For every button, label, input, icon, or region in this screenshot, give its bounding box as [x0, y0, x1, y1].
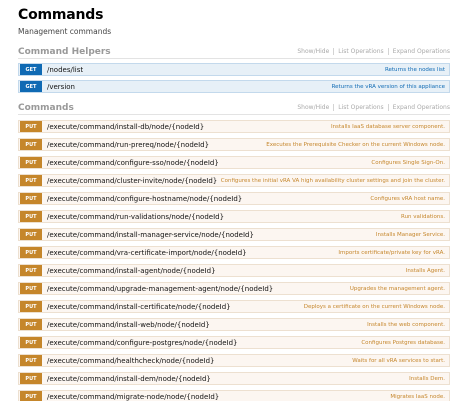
list-operations-link[interactable]: List Operations [338, 47, 383, 56]
http-method-badge[interactable]: PUT [20, 193, 42, 204]
endpoint-path[interactable]: /execute/command/install-certificate/nod… [47, 303, 304, 311]
page: Commands Management commands Command Hel… [18, 6, 450, 401]
expand-operations-link[interactable]: Expand Operations [393, 103, 450, 112]
endpoint-path[interactable]: /execute/command/cluster-invite/node/{no… [47, 177, 221, 185]
page-title: Commands [18, 7, 104, 23]
section-title[interactable]: Commands [18, 102, 74, 114]
http-method-badge[interactable]: PUT [20, 121, 42, 132]
endpoint-description[interactable]: Returns the nodes list [385, 67, 445, 73]
endpoint-path[interactable]: /execute/command/migrate-node/node/{node… [47, 393, 390, 401]
endpoint-description[interactable]: Waits for all vRA services to start. [352, 358, 445, 364]
http-method-badge[interactable]: PUT [20, 157, 42, 168]
endpoint-row[interactable]: PUT/execute/command/install-dem/node/{no… [18, 372, 450, 385]
endpoint-row[interactable]: PUT/execute/command/install-agent/node/{… [18, 264, 450, 277]
endpoint-path[interactable]: /execute/command/configure-postgres/node… [47, 339, 361, 347]
endpoint-row[interactable]: PUT/execute/command/install-db/node/{nod… [18, 120, 450, 133]
section-header: Commands Show/Hide List Operations Expan… [18, 102, 450, 115]
endpoint-list: GET/nodes/list Returns the nodes list GET /… [18, 63, 450, 93]
endpoint-description[interactable]: Returns the vRA version of this applianc… [332, 84, 445, 90]
endpoint-row[interactable]: GET/version Returns the vRA version of th… [18, 80, 450, 93]
endpoint-path[interactable]: /execute/command/install-db/node/{nodeId… [47, 123, 331, 131]
http-method-badge[interactable]: PUT [20, 175, 42, 186]
endpoint-description[interactable]: Installs IaaS database server component. [331, 124, 445, 130]
expand-operations-link[interactable]: Expand Operations [393, 47, 450, 56]
endpoint-description[interactable]: Executes the Prerequisite Checker on the… [266, 142, 445, 148]
command-helpers-section: Command Helpers Show/Hide List Operation… [18, 46, 450, 93]
endpoint-description[interactable]: Installs Agent. [406, 268, 445, 274]
endpoint-description[interactable]: Configures Single Sign-On. [371, 160, 445, 166]
divider [387, 104, 389, 111]
http-method-badge[interactable]: PUT [20, 355, 42, 366]
http-method-badge[interactable]: GET [20, 81, 42, 92]
endpoint-path[interactable]: /version [47, 83, 332, 91]
endpoint-description[interactable]: Run validations. [401, 214, 445, 220]
endpoint-path[interactable]: /execute/command/configure-sso/node/{nod… [47, 159, 371, 167]
endpoint-row[interactable]: PUT/execute/command/migrate-node/node/{n… [18, 390, 450, 401]
endpoint-path[interactable]: /nodes/list [47, 66, 385, 74]
endpoint-path[interactable]: /execute/command/upgrade-management-agen… [47, 285, 350, 293]
endpoint-description[interactable]: Migrates IaaS node. [390, 394, 445, 400]
http-method-badge[interactable]: PUT [20, 337, 42, 348]
http-method-badge[interactable]: PUT [20, 301, 42, 312]
endpoint-row[interactable]: PUT/execute/command/configure-postgres/n… [18, 336, 450, 349]
http-method-badge[interactable]: PUT [20, 247, 42, 258]
endpoint-description[interactable]: Deploys a certificate on the current Win… [304, 304, 445, 310]
show-hide-link[interactable]: Show/Hide [297, 47, 329, 56]
endpoint-description[interactable]: Configures Postgres database. [361, 340, 445, 346]
endpoint-description[interactable]: Configures vRA host name. [370, 196, 445, 202]
endpoint-row[interactable]: PUT/execute/command/install-certificate/… [18, 300, 450, 313]
http-method-badge[interactable]: PUT [20, 373, 42, 384]
endpoint-path[interactable]: /execute/command/install-web/node/{nodeI… [47, 321, 367, 329]
section-operations: Show/Hide List Operations Expand Operati… [297, 103, 450, 114]
http-method-badge[interactable]: GET [20, 64, 42, 75]
http-method-badge[interactable]: PUT [20, 265, 42, 276]
endpoint-row[interactable]: PUT/execute/command/vra-certificate-impo… [18, 246, 450, 259]
endpoint-list: PUT/execute/command/install-db/node/{nod… [18, 120, 450, 401]
section-operations: Show/Hide List Operations Expand Operati… [297, 47, 450, 58]
list-operations-link[interactable]: List Operations [338, 103, 383, 112]
http-method-badge[interactable]: PUT [20, 283, 42, 294]
endpoint-path[interactable]: /execute/command/configure-hostname/node… [47, 195, 370, 203]
endpoint-path[interactable]: /execute/command/run-validations/node/{n… [47, 213, 401, 221]
endpoint-description[interactable]: Installs the web component. [367, 322, 445, 328]
section-title[interactable]: Command Helpers [18, 46, 111, 58]
endpoint-row[interactable]: PUT/execute/command/cluster-invite/node/… [18, 174, 450, 187]
commands-section: Commands Show/Hide List Operations Expan… [18, 102, 450, 401]
endpoint-path[interactable]: /execute/command/run-prereq/node/{nodeId… [47, 141, 266, 149]
endpoint-row[interactable]: GET/nodes/list Returns the nodes list [18, 63, 450, 76]
endpoint-path[interactable]: /execute/command/install-dem/node/{nodeI… [47, 375, 409, 383]
endpoint-path[interactable]: /execute/command/install-manager-service… [47, 231, 376, 239]
page-subtitle: Management commands [18, 27, 112, 36]
divider [333, 48, 335, 55]
endpoint-row[interactable]: PUT/execute/command/healthcheck/node/{no… [18, 354, 450, 367]
endpoint-description[interactable]: Upgrades the management agent. [350, 286, 445, 292]
endpoint-row[interactable]: PUT/execute/command/run-prereq/node/{nod… [18, 138, 450, 151]
endpoint-row[interactable]: PUT/execute/command/install-web/node/{no… [18, 318, 450, 331]
divider [333, 104, 335, 111]
endpoint-row[interactable]: PUT/execute/command/configure-hostname/n… [18, 192, 450, 205]
divider [387, 48, 389, 55]
http-method-badge[interactable]: PUT [20, 139, 42, 150]
http-method-badge[interactable]: PUT [20, 229, 42, 240]
endpoint-path[interactable]: /execute/command/install-agent/node/{nod… [47, 267, 406, 275]
endpoint-row[interactable]: PUT/execute/command/configure-sso/node/{… [18, 156, 450, 169]
endpoint-description[interactable]: Configures the initial vRA VA high avail… [221, 178, 445, 184]
endpoint-description[interactable]: Imports certificate/private key for vRA. [338, 250, 445, 256]
endpoint-row[interactable]: PUT/execute/command/upgrade-management-a… [18, 282, 450, 295]
http-method-badge[interactable]: PUT [20, 211, 42, 222]
endpoint-path[interactable]: /execute/command/healthcheck/node/{nodeI… [47, 357, 352, 365]
endpoint-row[interactable]: PUT/execute/command/install-manager-serv… [18, 228, 450, 241]
endpoint-row[interactable]: PUT/execute/command/run-validations/node… [18, 210, 450, 223]
http-method-badge[interactable]: PUT [20, 319, 42, 330]
endpoint-path[interactable]: /execute/command/vra-certificate-import/… [47, 249, 338, 257]
http-method-badge[interactable]: PUT [20, 391, 42, 401]
endpoint-description[interactable]: Installs Manager Service. [376, 232, 445, 238]
endpoint-description[interactable]: Installs Dem. [409, 376, 445, 382]
section-header: Command Helpers Show/Hide List Operation… [18, 46, 450, 59]
show-hide-link[interactable]: Show/Hide [297, 103, 329, 112]
